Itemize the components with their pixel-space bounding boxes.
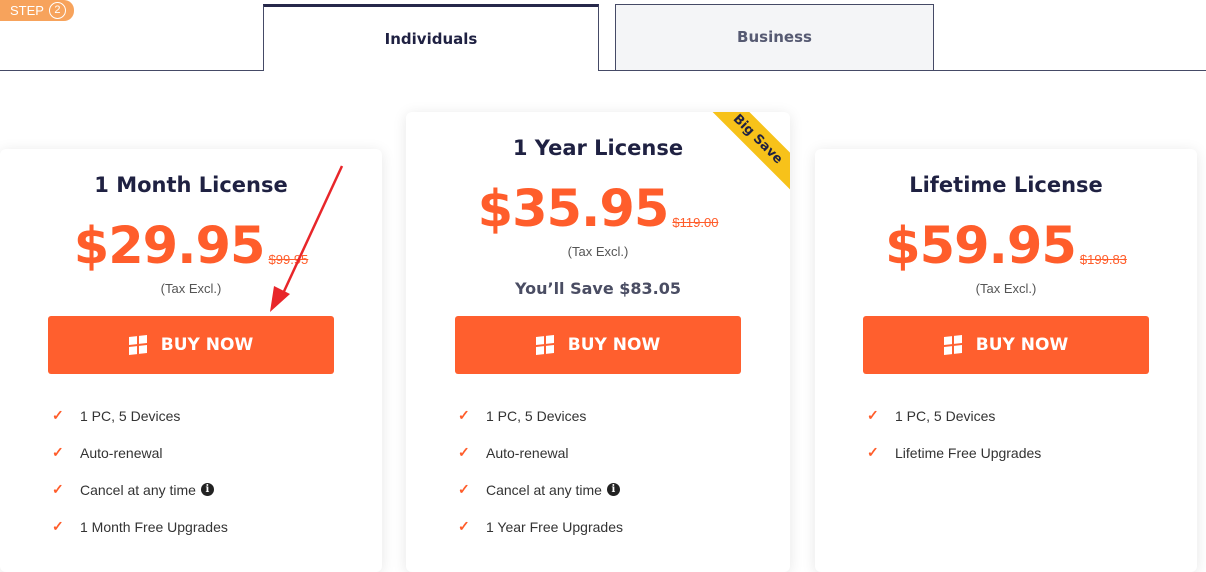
- savings-text: You’ll Save $83.05: [514, 279, 682, 298]
- feature-item: ✓ Cancel at any time i: [52, 471, 228, 508]
- windows-icon: [943, 335, 962, 355]
- price-row: $35.95 $119.00: [406, 184, 790, 236]
- feature-list: ✓ 1 PC, 5 Devices ✓ Auto-renewal ✓ Cancel a…: [52, 397, 228, 545]
- feature-item: ✓ 1 Year Free Upgrades: [458, 508, 623, 545]
- plan-old-price: $99.95: [268, 252, 309, 267]
- buy-now-button[interactable]: BUY NOW: [455, 316, 741, 374]
- tax-note: (Tax Excl.): [567, 244, 629, 259]
- feature-list: ✓ 1 PC, 5 Devices ✓ Auto-renewal ✓ Cancel a…: [458, 397, 623, 545]
- check-icon: ✓: [52, 407, 64, 423]
- plan-price: $35.95: [477, 180, 670, 239]
- plan-title: 1 Year License: [512, 136, 684, 160]
- check-icon: ✓: [52, 518, 64, 534]
- tax-note: (Tax Excl.): [975, 281, 1037, 296]
- tab-divider: [0, 70, 1206, 71]
- plan-title: 1 Month License: [94, 173, 288, 197]
- step-label: STEP: [10, 3, 44, 18]
- check-icon: ✓: [52, 444, 64, 460]
- plan-card-lifetime: Lifetime License $59.95 $199.83 (Tax Exc…: [815, 149, 1197, 572]
- feature-text: 1 PC, 5 Devices: [895, 407, 996, 424]
- check-icon: ✓: [458, 407, 470, 423]
- windows-icon: [535, 335, 554, 355]
- feature-item: ✓ Cancel at any time i: [458, 471, 623, 508]
- feature-item: ✓ 1 PC, 5 Devices: [52, 397, 228, 434]
- info-icon[interactable]: i: [200, 483, 214, 496]
- feature-text: Lifetime Free Upgrades: [895, 444, 1042, 461]
- feature-text: 1 PC, 5 Devices: [486, 407, 587, 424]
- check-icon: ✓: [458, 481, 470, 497]
- tab-label: Individuals: [384, 30, 478, 48]
- step-badge: STEP 2: [0, 0, 74, 21]
- tab-individuals[interactable]: Individuals: [263, 4, 599, 71]
- feature-item: ✓ Auto-renewal: [52, 434, 228, 471]
- feature-item: ✓ Lifetime Free Upgrades: [867, 434, 1041, 471]
- plan-card-1-year: Big Save 1 Year License $35.95 $119.00 (…: [406, 112, 790, 572]
- check-icon: ✓: [52, 481, 64, 497]
- tab-business[interactable]: Business: [615, 4, 934, 70]
- feature-text: 1 PC, 5 Devices: [80, 407, 181, 424]
- plan-card-1-month: 1 Month License $29.95 $99.95 (Tax Excl.…: [0, 149, 382, 572]
- check-icon: ✓: [867, 407, 879, 423]
- info-icon[interactable]: i: [606, 483, 620, 496]
- check-icon: ✓: [867, 444, 879, 460]
- plan-old-price: $199.83: [1079, 252, 1127, 267]
- price-row: $29.95 $99.95: [0, 221, 382, 273]
- feature-text: Cancel at any time: [80, 481, 196, 498]
- check-icon: ✓: [458, 444, 470, 460]
- plan-price: $59.95: [885, 217, 1077, 276]
- buy-now-button[interactable]: BUY NOW: [863, 316, 1149, 374]
- price-row: $59.95 $199.83: [815, 221, 1197, 273]
- tab-label: Business: [737, 27, 812, 46]
- buy-label: BUY NOW: [975, 335, 1069, 355]
- buy-label: BUY NOW: [160, 335, 254, 355]
- feature-item: ✓ 1 PC, 5 Devices: [867, 397, 1041, 434]
- plan-title: Lifetime License: [909, 173, 1103, 197]
- feature-text: Cancel at any time: [486, 481, 602, 498]
- feature-text: 1 Month Free Upgrades: [80, 518, 228, 535]
- feature-item: ✓ 1 PC, 5 Devices: [458, 397, 623, 434]
- buy-now-button[interactable]: BUY NOW: [48, 316, 334, 374]
- tax-note: (Tax Excl.): [160, 281, 222, 296]
- feature-text: Auto-renewal: [486, 444, 569, 461]
- buy-label: BUY NOW: [567, 335, 661, 355]
- feature-item: ✓ 1 Month Free Upgrades: [52, 508, 228, 545]
- feature-text: 1 Year Free Upgrades: [486, 518, 623, 535]
- feature-list: ✓ 1 PC, 5 Devices ✓ Lifetime Free Upgrades: [867, 397, 1041, 471]
- plan-price: $29.95: [73, 217, 266, 276]
- feature-text: Auto-renewal: [80, 444, 163, 461]
- windows-icon: [128, 335, 147, 355]
- check-icon: ✓: [458, 518, 470, 534]
- step-number: 2: [48, 2, 66, 19]
- feature-item: ✓ Auto-renewal: [458, 434, 623, 471]
- plan-old-price: $119.00: [672, 215, 719, 230]
